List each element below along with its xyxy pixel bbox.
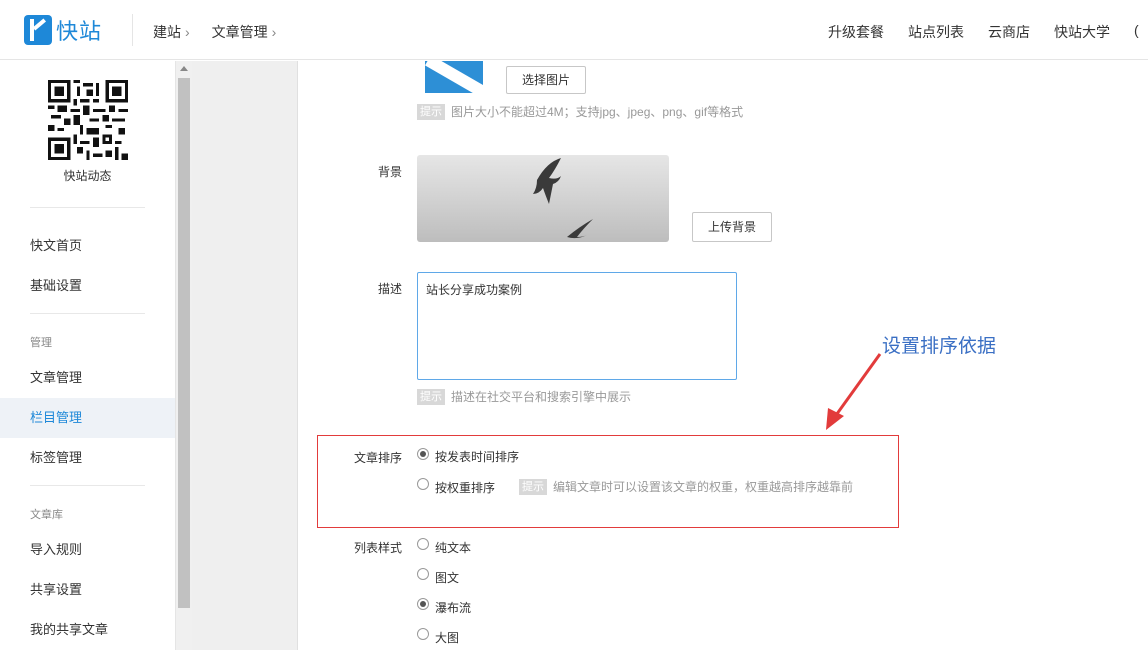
logo-text: 快站 [56, 19, 103, 44]
image-tip-text: 图片大小不能超过4M；支持jpg、jpeg、png、gif等格式 [451, 105, 744, 119]
upload-background-button[interactable]: 上传背景 [692, 212, 772, 242]
sidebar-group-library: 文章库 [30, 509, 63, 521]
sidebar-item-article-manage[interactable]: 文章管理 [0, 358, 175, 398]
sidebar-item-tag-manage[interactable]: 标签管理 [0, 438, 175, 478]
breadcrumb: 建站 › 文章管理 › [153, 22, 276, 42]
list-style-waterfall-label[interactable]: 瀑布流 [435, 599, 471, 616]
description-tip-text: 描述在社交平台和搜索引擎中展示 [451, 390, 632, 404]
top-nav: 升级套餐 站点列表 云商店 快站大学 ( [804, 22, 1148, 42]
list-style-large-image-radio[interactable] [417, 628, 429, 640]
sidebar-divider [30, 313, 145, 314]
sidebar: 快站动态 快文首页 基础设置 管理 文章管理 栏目管理 标签管理 文章库 导入规… [0, 61, 175, 650]
breadcrumb-item-articles[interactable]: 文章管理 › [212, 22, 277, 42]
chevron-right-icon: › [271, 24, 277, 40]
nav-cloud-store[interactable]: 云商店 [988, 22, 1030, 42]
annotation-text: 设置排序依据 [882, 336, 997, 357]
logo-icon [24, 15, 52, 45]
list-style-image-text-label[interactable]: 图文 [435, 569, 459, 586]
list-style-waterfall-radio[interactable] [417, 598, 429, 610]
list-style-plain-radio[interactable] [417, 538, 429, 550]
sidebar-item-import-rules[interactable]: 导入规则 [0, 530, 175, 570]
description-tip: 提示 描述在社交平台和搜索引擎中展示 [417, 388, 631, 405]
scrollbar-thumb[interactable] [178, 78, 190, 608]
sidebar-divider [30, 207, 145, 208]
sidebar-divider [30, 485, 145, 486]
list-style-label: 列表样式 [353, 541, 402, 555]
choose-image-button[interactable]: 选择图片 [506, 66, 586, 94]
chevron-right-icon: › [185, 24, 190, 40]
top-header: 快站 建站 › 文章管理 › 升级套餐 站点列表 云商店 快站大学 ( [0, 0, 1148, 60]
tip-tag: 提示 [417, 103, 445, 120]
image-tip: 提示 图片大小不能超过4M；支持jpg、jpeg、png、gif等格式 [417, 103, 743, 120]
nav-site-list[interactable]: 站点列表 [908, 22, 964, 42]
logo[interactable]: 快站 [24, 14, 102, 46]
description-label: 描述 [377, 282, 402, 296]
sidebar-scrollbar[interactable] [175, 61, 192, 650]
nav-university[interactable]: 快站大学 [1054, 22, 1110, 42]
annotation-highlight-box [317, 435, 899, 528]
divider [132, 14, 133, 46]
background-image-preview [417, 155, 669, 242]
list-style-large-image-label[interactable]: 大图 [435, 629, 459, 646]
annotation-arrow-icon [826, 353, 882, 430]
sidebar-item-share-settings[interactable]: 共享设置 [0, 570, 175, 610]
tip-tag: 提示 [417, 388, 445, 405]
sidebar-item-basic-settings[interactable]: 基础设置 [0, 266, 175, 306]
qr-code-image [48, 80, 128, 160]
breadcrumb-item-build[interactable]: 建站 › [153, 22, 190, 42]
description-textarea[interactable]: 站长分享成功案例 [417, 272, 737, 380]
list-style-image-text-radio[interactable] [417, 568, 429, 580]
nav-overflow[interactable]: ( [1134, 22, 1148, 42]
seagull-image [533, 158, 593, 239]
nav-upgrade-plan[interactable]: 升级套餐 [828, 22, 884, 42]
sidebar-item-column-manage[interactable]: 栏目管理 [0, 398, 175, 438]
sidebar-item-my-shared-articles[interactable]: 我的共享文章 [0, 610, 175, 650]
scroll-up-arrow-icon[interactable] [180, 66, 188, 71]
background-label: 背景 [377, 165, 402, 179]
sidebar-item-home[interactable]: 快文首页 [0, 226, 175, 266]
sidebar-group-manage: 管理 [30, 337, 52, 349]
cover-image-preview [417, 61, 483, 93]
list-style-plain-label[interactable]: 纯文本 [435, 539, 471, 556]
qr-caption: 快站动态 [63, 169, 112, 183]
